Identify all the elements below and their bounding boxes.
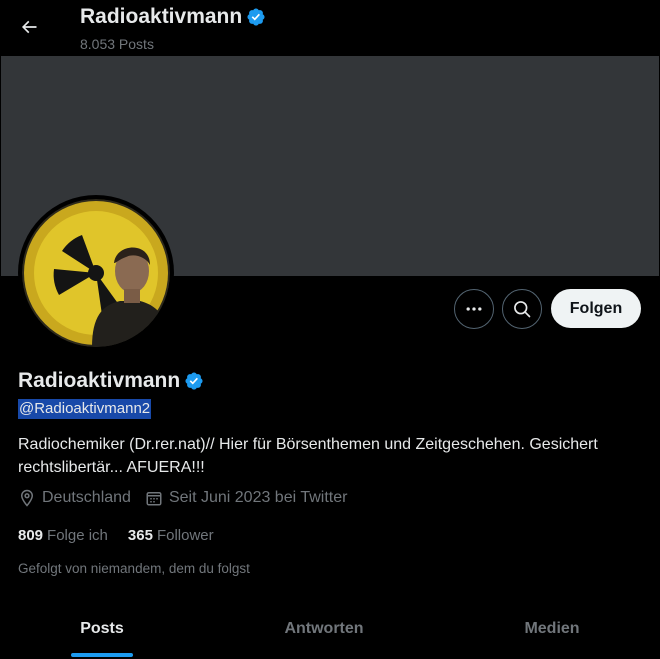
following-count: 809 xyxy=(18,527,44,544)
header-name: Radioaktivmann xyxy=(80,5,243,28)
profile-meta: Deutschland Seit Juni 2023 bei Twitter xyxy=(18,489,361,507)
follow-button[interactable]: Folgen xyxy=(551,289,641,328)
search-button[interactable] xyxy=(502,289,542,329)
tab-posts[interactable]: Posts xyxy=(0,600,204,659)
verified-badge-icon xyxy=(247,8,265,26)
join-date-text: Seit Juni 2023 bei Twitter xyxy=(168,489,348,506)
profile-name-row: Radioaktivmann xyxy=(18,369,204,393)
followers-label: Follower xyxy=(156,527,214,544)
profile-handle: @Radioaktivmann2 xyxy=(18,399,152,419)
back-button[interactable] xyxy=(10,8,48,46)
join-date: Seit Juni 2023 bei Twitter xyxy=(145,489,347,507)
following-label: Folge ich xyxy=(47,527,108,544)
calendar-icon xyxy=(146,492,162,506)
more-icon xyxy=(466,307,482,311)
arrow-left-icon xyxy=(21,20,37,34)
location-text: Deutschland xyxy=(42,489,131,506)
active-tab-indicator xyxy=(71,653,133,657)
location: Deutschland xyxy=(18,489,131,507)
header-title: Radioaktivmann xyxy=(80,5,266,29)
tab-media[interactable]: Medien xyxy=(444,600,660,659)
posts-count: 8.053 Posts xyxy=(80,36,154,52)
top-bar: Radioaktivmann 8.053 Posts xyxy=(0,0,660,56)
follow-stats: 809 Folge ich 365 Follower xyxy=(18,527,234,544)
followed-by-text: Gefolgt von niemandem, dem du folgst xyxy=(18,561,250,576)
verified-badge-icon[interactable] xyxy=(184,371,204,391)
avatar[interactable] xyxy=(18,195,174,351)
avatar-image xyxy=(22,199,170,347)
profile-tabs: Posts Antworten Medien xyxy=(0,600,660,659)
search-icon xyxy=(514,301,531,318)
followers-link[interactable]: 365 Follower xyxy=(128,527,214,544)
followers-count: 365 xyxy=(127,527,153,544)
location-pin-icon xyxy=(20,489,34,507)
following-link[interactable]: 809 Folge ich xyxy=(18,527,108,544)
display-name: Radioaktivmann xyxy=(18,369,181,392)
profile-bio: Radiochemiker (Dr.rer.nat)// Hier für Bö… xyxy=(18,436,598,476)
tab-replies[interactable]: Antworten xyxy=(204,600,444,659)
more-button[interactable] xyxy=(454,289,494,329)
